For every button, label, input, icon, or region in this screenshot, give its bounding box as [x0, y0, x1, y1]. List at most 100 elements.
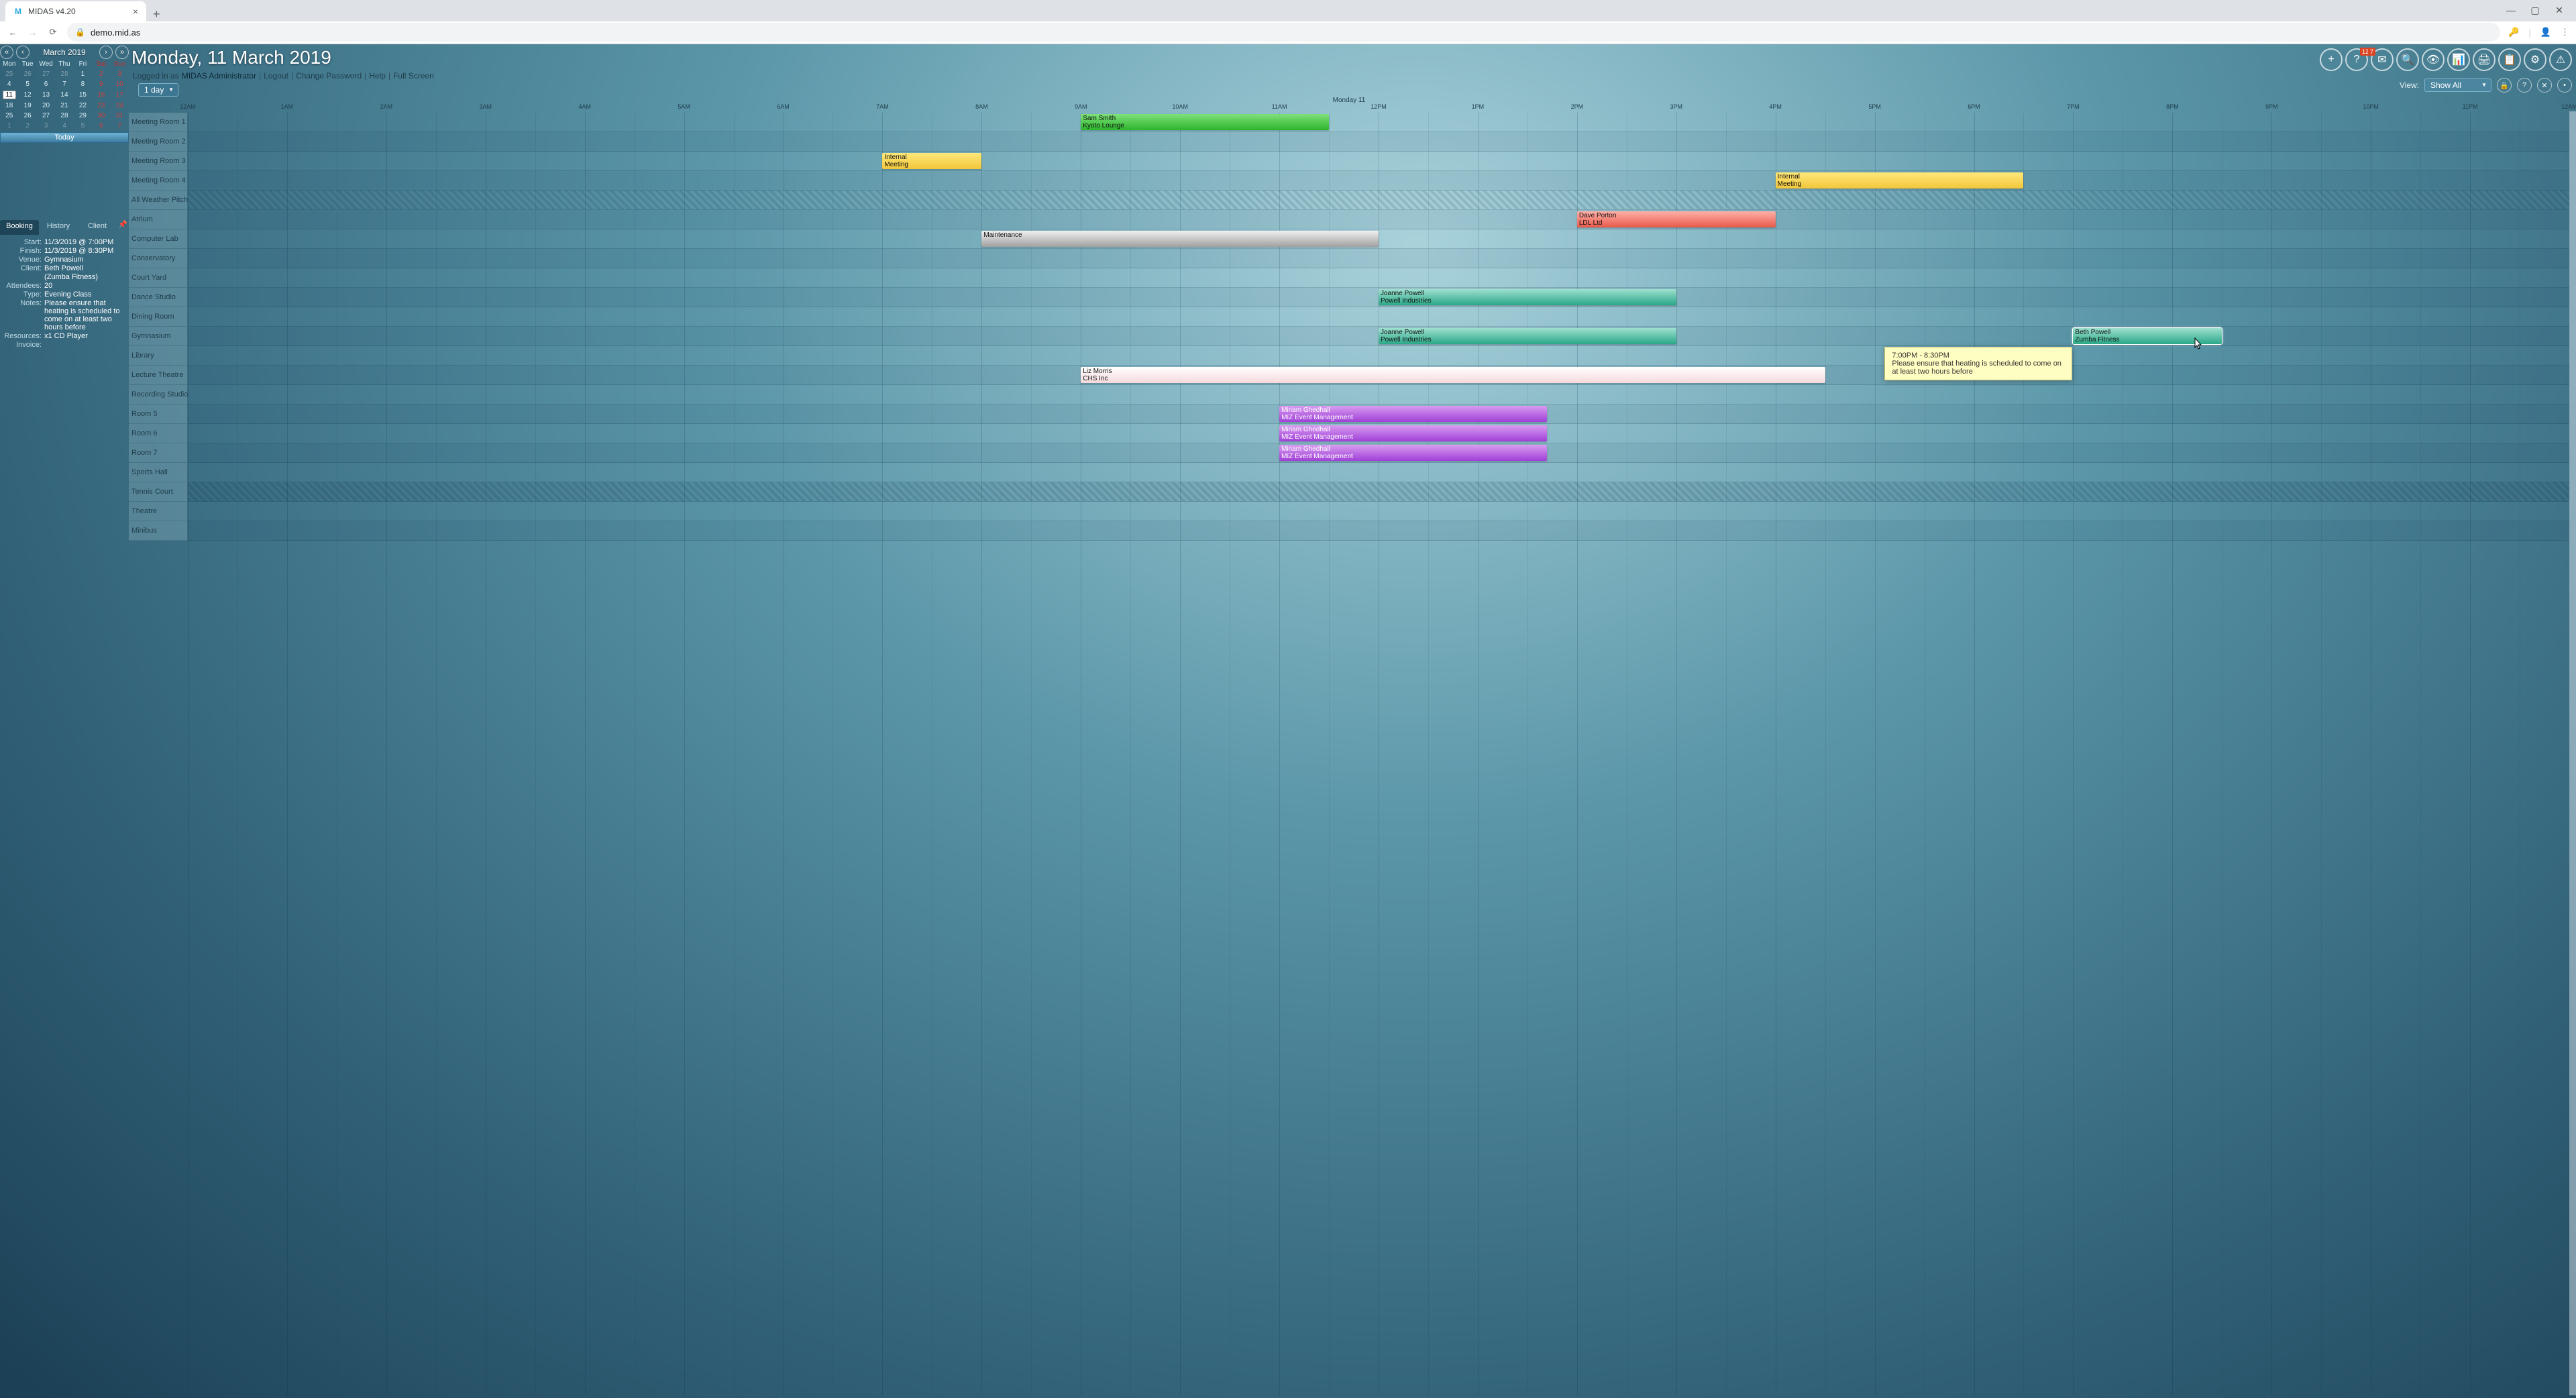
grid-row[interactable] [188, 268, 2569, 288]
range-dropdown[interactable]: 1 day [138, 83, 178, 97]
grid-row[interactable]: Joanne PowellPowell Industries [188, 288, 2569, 307]
cal-day[interactable]: 25 [0, 111, 18, 121]
cal-day[interactable]: 31 [111, 111, 129, 121]
grid-row[interactable] [188, 521, 2569, 541]
tab-booking[interactable]: Booking [0, 220, 39, 235]
active-tab[interactable]: M MIDAS v4.20 × [5, 1, 146, 21]
cal-day[interactable]: 15 [74, 89, 92, 101]
cal-day[interactable]: 4 [55, 121, 73, 131]
stats-button[interactable]: 📊 [2447, 48, 2470, 71]
grid-row[interactable]: Maintenance [188, 229, 2569, 249]
grid-row[interactable] [188, 385, 2569, 405]
maximize-button[interactable]: ▢ [2529, 4, 2541, 16]
clipboard-button[interactable]: 📋 [2498, 48, 2521, 71]
venue-row[interactable]: Computer Lab [129, 229, 188, 249]
venue-row[interactable]: Room 6 [129, 424, 188, 443]
grid-row[interactable] [188, 132, 2569, 152]
booking-block[interactable]: Dave PortonLDL Ltd [1577, 211, 1776, 227]
grid-row[interactable] [188, 307, 2569, 327]
grid-row[interactable]: Liz MorrisCHS Inc [188, 366, 2569, 385]
cal-day[interactable]: 30 [92, 111, 110, 121]
settings-button[interactable]: ⚙ [2524, 48, 2546, 71]
today-button[interactable]: Today [0, 132, 129, 143]
grid-row[interactable] [188, 502, 2569, 521]
cal-day[interactable]: 27 [37, 69, 55, 79]
cal-day[interactable]: 7 [55, 79, 73, 89]
grid-row[interactable]: Miriam GhedhallMIZ Event Management [188, 405, 2569, 424]
booking-block[interactable]: Miriam GhedhallMIZ Event Management [1279, 445, 1547, 461]
cal-day[interactable]: 6 [37, 79, 55, 89]
booking-block[interactable]: Joanne PowellPowell Industries [1379, 289, 1676, 305]
cal-day[interactable]: 9 [92, 79, 110, 89]
cal-day[interactable]: 29 [74, 111, 92, 121]
alert-button[interactable]: ⚠ [2549, 48, 2572, 71]
cal-day[interactable]: 12 [18, 89, 36, 101]
browser-menu-icon[interactable]: ⋮ [2561, 27, 2569, 38]
venue-row[interactable]: Meeting Room 4 [129, 171, 188, 191]
venue-row[interactable]: Meeting Room 1 [129, 113, 188, 132]
grid-row[interactable]: Miriam GhedhallMIZ Event Management [188, 443, 2569, 463]
grid-row[interactable] [188, 249, 2569, 268]
cal-day[interactable]: 26 [18, 111, 36, 121]
booking-block[interactable]: Liz MorrisCHS Inc [1081, 367, 1825, 383]
cal-next-year-button[interactable]: » [115, 46, 129, 59]
forward-button[interactable]: → [27, 26, 39, 38]
booking-block[interactable]: Maintenance [981, 231, 1379, 247]
cal-day[interactable]: 13 [37, 89, 55, 101]
booking-grid[interactable]: Sam SmithKyoto Lounge InternalMeeting Inte… [188, 113, 2569, 1395]
venue-row[interactable]: Theatre [129, 502, 188, 521]
messages-button[interactable]: ✉7 [2371, 48, 2394, 71]
cal-next-month-button[interactable]: › [99, 46, 113, 59]
grid-row[interactable]: InternalMeeting [188, 171, 2569, 191]
grid-row[interactable] [188, 482, 2569, 502]
url-input[interactable]: 🔒 demo.mid.as [67, 23, 2500, 42]
venue-row[interactable]: Dance Studio [129, 288, 188, 307]
minimize-button[interactable]: — [2505, 4, 2517, 16]
help-button[interactable]: ?12 [2345, 48, 2368, 71]
booking-block[interactable]: Sam SmithKyoto Lounge [1081, 114, 1329, 130]
grid-row[interactable] [188, 346, 2569, 366]
print-button[interactable]: 🖨 [2473, 48, 2496, 71]
venue-row[interactable]: Recording Studio [129, 385, 188, 405]
grid-row[interactable]: Dave PortonLDL Ltd [188, 210, 2569, 229]
cal-day[interactable]: 5 [18, 79, 36, 89]
booking-block[interactable]: InternalMeeting [882, 153, 981, 169]
cal-day[interactable]: 18 [0, 101, 18, 111]
key-icon[interactable]: 🔑 [2508, 27, 2519, 38]
booking-block[interactable]: InternalMeeting [1776, 172, 2024, 189]
venue-row[interactable]: Atrium [129, 210, 188, 229]
venue-row[interactable]: Conservatory [129, 249, 188, 268]
cal-day[interactable]: 4 [0, 79, 18, 89]
venue-row[interactable]: Room 7 [129, 443, 188, 463]
cal-prev-month-button[interactable]: ‹ [16, 46, 30, 59]
reload-button[interactable]: ⟳ [47, 26, 59, 38]
venue-row[interactable]: Minibus [129, 521, 188, 541]
venue-row[interactable]: Tennis Court [129, 482, 188, 502]
profile-icon[interactable]: 👤 [2540, 27, 2551, 38]
scrollbar[interactable] [2569, 111, 2576, 1395]
change-password-link[interactable]: Change Password [296, 71, 362, 80]
booking-block[interactable]: Beth PowellZumba Fitness [2073, 328, 2222, 344]
venue-row[interactable]: Library [129, 346, 188, 366]
grid-row[interactable]: Miriam GhedhallMIZ Event Management [188, 424, 2569, 443]
venue-row[interactable]: Sports Hall [129, 463, 188, 482]
booking-block[interactable]: Miriam GhedhallMIZ Event Management [1279, 406, 1547, 422]
venue-row[interactable]: Meeting Room 2 [129, 132, 188, 152]
cal-day[interactable]: 3 [111, 69, 129, 79]
grid-row[interactable] [188, 463, 2569, 482]
cal-day[interactable]: 7 [111, 121, 129, 131]
cal-day[interactable]: 1 [0, 121, 18, 131]
venue-row[interactable]: Room 5 [129, 405, 188, 424]
venue-row[interactable]: All Weather Pitch [129, 191, 188, 210]
grid-row[interactable] [188, 191, 2569, 210]
cal-day[interactable]: 19 [18, 101, 36, 111]
cal-day[interactable]: 20 [37, 101, 55, 111]
cal-day[interactable]: 25 [0, 69, 18, 79]
cal-day[interactable]: 14 [55, 89, 73, 101]
grid-row[interactable]: InternalMeeting [188, 152, 2569, 171]
booking-block[interactable]: Joanne PowellPowell Industries [1379, 328, 1676, 344]
add-booking-button[interactable]: + [2320, 48, 2343, 71]
new-tab-button[interactable]: + [146, 7, 167, 21]
cal-day[interactable]: 6 [92, 121, 110, 131]
cal-day[interactable]: 10 [111, 79, 129, 89]
